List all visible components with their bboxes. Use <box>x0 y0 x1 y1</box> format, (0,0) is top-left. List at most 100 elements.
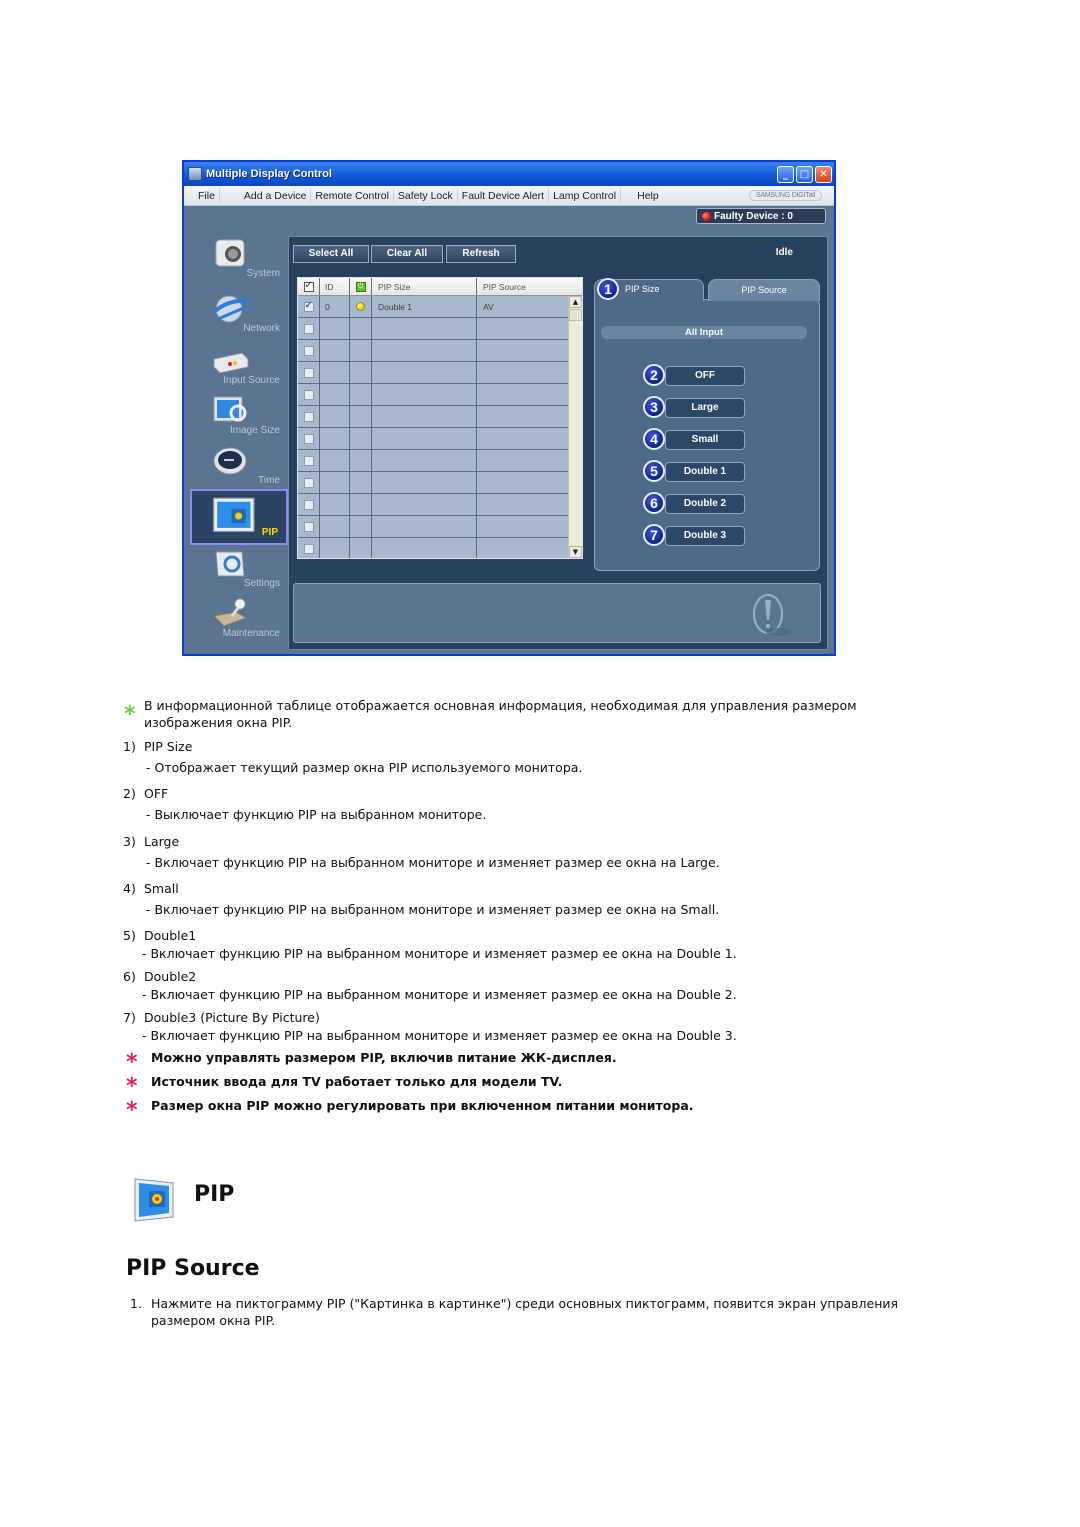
table-row[interactable] <box>298 450 582 472</box>
table-row[interactable] <box>298 406 582 428</box>
cell-pip-source <box>477 516 570 537</box>
cell-pip-size <box>372 428 477 449</box>
all-input-label: All Input <box>601 326 807 339</box>
menu-safety-lock[interactable]: Safety Lock <box>394 188 458 203</box>
size-button[interactable]: Small <box>665 430 745 450</box>
faulty-device-indicator[interactable]: Faulty Device : 0 <box>696 208 826 224</box>
table-row[interactable] <box>298 318 582 340</box>
menu-add-device[interactable]: Add a Device <box>240 188 312 203</box>
row-checkbox[interactable] <box>303 345 314 356</box>
select-all-checkbox[interactable] <box>303 280 314 292</box>
clock-icon <box>213 447 247 475</box>
table-scrollbar[interactable]: ▲ ▼ <box>568 296 582 558</box>
minimize-button[interactable]: _ <box>777 165 794 183</box>
sidebar-item-settings[interactable]: Settings <box>188 546 288 602</box>
red-star-icon: * <box>126 1098 138 1123</box>
sidebar: System Network Input Source Image Size T… <box>188 236 288 648</box>
column-header-pip-size[interactable]: PIP Size <box>372 278 477 295</box>
table-row[interactable] <box>298 340 582 362</box>
row-checkbox[interactable] <box>303 389 314 400</box>
row-checkbox[interactable] <box>303 543 314 554</box>
table-row[interactable] <box>298 538 582 558</box>
table-row[interactable] <box>298 384 582 406</box>
cell-id <box>320 362 350 383</box>
table-row[interactable] <box>298 362 582 384</box>
column-header-id[interactable]: ID <box>320 278 350 295</box>
select-all-button[interactable]: Select All <box>293 245 369 263</box>
cell-pip-size <box>372 384 477 405</box>
list-item-title: Double2 <box>144 969 197 984</box>
cell-pip-source <box>477 494 570 515</box>
sidebar-item-pip[interactable]: PIP <box>190 489 288 545</box>
cell-id: 0 <box>320 296 350 317</box>
list-item-number: 7) <box>123 1010 136 1025</box>
list-item-number: 5) <box>123 928 136 943</box>
input-device-icon <box>213 352 249 374</box>
row-checkbox[interactable] <box>303 499 314 510</box>
menu-lamp-control[interactable]: Lamp Control <box>549 188 622 203</box>
list-item-title: PIP Size <box>144 739 193 754</box>
refresh-button[interactable]: Refresh <box>446 245 516 263</box>
row-checkbox[interactable] <box>303 411 314 422</box>
sidebar-item-image-size[interactable]: Image Size <box>188 393 288 449</box>
subsection-title: PIP Source <box>126 1256 260 1281</box>
step1-text-line2: размером окна PIP. <box>151 1313 276 1328</box>
column-header-pip-source[interactable]: PIP Source <box>477 278 570 295</box>
scroll-down-arrow-icon[interactable]: ▼ <box>569 546 582 558</box>
menu-remote-control[interactable]: Remote Control <box>311 188 394 203</box>
row-checkbox[interactable] <box>303 477 314 488</box>
message-panel <box>293 583 821 643</box>
menu-help[interactable]: Help <box>633 189 663 203</box>
size-button[interactable]: OFF <box>665 366 745 386</box>
sidebar-item-input-source[interactable]: Input Source <box>188 343 288 399</box>
row-checkbox[interactable] <box>303 455 314 466</box>
scroll-up-arrow-icon[interactable]: ▲ <box>569 296 582 308</box>
number-badge-icon: 2 <box>643 364 665 386</box>
row-checkbox[interactable] <box>303 323 314 334</box>
menu-fault-device-alert[interactable]: Fault Device Alert <box>458 188 550 203</box>
tab-pip-source[interactable]: PIP Source <box>708 279 820 301</box>
list-item-title: Double3 (Picture By Picture) <box>144 1010 320 1025</box>
table-row[interactable] <box>298 516 582 538</box>
maximize-button[interactable]: □ <box>796 165 813 183</box>
menu-file[interactable]: File <box>194 188 220 203</box>
sidebar-item-maintenance[interactable]: Maintenance <box>188 596 288 652</box>
cell-id <box>320 318 350 339</box>
clear-all-button[interactable]: Clear All <box>371 245 443 263</box>
row-checkbox[interactable] <box>303 300 314 312</box>
cell-pip-size <box>372 362 477 383</box>
row-checkbox[interactable] <box>303 521 314 532</box>
row-checkbox[interactable] <box>303 433 314 444</box>
table-header: ID ⏻ PIP Size PIP Source <box>298 278 582 296</box>
cell-id <box>320 538 350 558</box>
cell-id <box>320 428 350 449</box>
scroll-thumb[interactable] <box>569 309 582 321</box>
sidebar-item-system[interactable]: System <box>188 236 288 292</box>
sidebar-label: System <box>246 268 280 279</box>
table-row[interactable] <box>298 428 582 450</box>
tab-pip-size[interactable]: 1 PIP Size <box>594 278 704 301</box>
cell-pip-size <box>372 494 477 515</box>
pip-monitor-icon <box>213 497 255 533</box>
size-button[interactable]: Large <box>665 398 745 418</box>
number-badge-icon: 4 <box>643 428 665 450</box>
table-row[interactable]: 0 Double 1 AV <box>298 296 582 318</box>
sidebar-label: Input Source <box>223 375 280 386</box>
cell-pip-source <box>477 384 570 405</box>
number-badge-icon: 3 <box>643 396 665 418</box>
row-checkbox[interactable] <box>303 367 314 378</box>
cell-pip-source <box>477 406 570 427</box>
table-row[interactable] <box>298 494 582 516</box>
power-status-icon <box>356 302 365 311</box>
sidebar-item-network[interactable]: Network <box>188 291 288 347</box>
size-option-double-3: 7 Double 3 <box>643 524 773 548</box>
size-button[interactable]: Double 1 <box>665 462 745 482</box>
table-row[interactable] <box>298 472 582 494</box>
size-button[interactable]: Double 2 <box>665 494 745 514</box>
close-button[interactable]: ✕ <box>815 165 832 183</box>
monitor-magnifier-icon <box>213 396 247 422</box>
size-option-large: 3 Large <box>643 396 773 420</box>
size-button[interactable]: Double 3 <box>665 526 745 546</box>
step1-text-line1: Нажмите на пиктограмму PIP ("Картинка в … <box>151 1296 899 1311</box>
list-item-description: - Включает функцию PIP на выбранном мони… <box>146 902 720 917</box>
